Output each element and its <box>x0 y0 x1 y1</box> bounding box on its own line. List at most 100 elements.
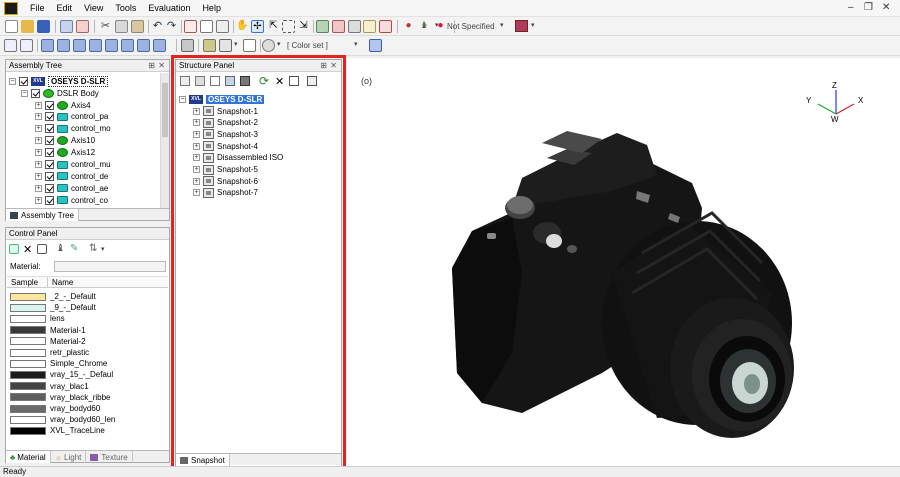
tree-item[interactable]: + control_mo <box>35 123 111 135</box>
material-row[interactable]: _9_-_Default <box>7 302 96 313</box>
tree-item[interactable]: + Axis4 <box>35 99 91 111</box>
snapshot-item[interactable]: + Snapshot-5 <box>193 164 258 176</box>
snapshot-item[interactable]: + Snapshot-3 <box>193 128 258 140</box>
close-panel-icon[interactable]: ✕ <box>330 60 337 72</box>
section-icon[interactable] <box>332 20 345 33</box>
material-row[interactable]: vray_15_-_Defaul <box>7 369 113 380</box>
close-icon[interactable]: ✕ <box>882 2 890 13</box>
color-set-select[interactable]: [ Color set ] <box>287 39 328 52</box>
open-icon[interactable] <box>21 20 34 33</box>
markup-icon[interactable] <box>379 20 392 33</box>
view-tool-1-icon[interactable] <box>184 20 197 33</box>
material-select[interactable]: Not Specified <box>447 20 495 33</box>
fit-all-icon[interactable] <box>20 39 33 52</box>
expand-icon[interactable]: + <box>35 196 42 204</box>
material-row[interactable]: Material-1 <box>7 325 86 336</box>
new-icon[interactable] <box>5 20 18 33</box>
expand-icon[interactable]: + <box>193 154 200 162</box>
fit-icon[interactable]: ⇲ <box>297 20 310 33</box>
tab-light[interactable]: ☼ Light <box>51 451 87 463</box>
display-mode-2-icon[interactable] <box>219 39 232 52</box>
display-mode-1-icon[interactable] <box>203 39 216 52</box>
menu-file[interactable]: File <box>24 3 51 13</box>
color-set-arrow-icon[interactable]: ▾ <box>277 40 281 48</box>
material-row[interactable]: vray_blac1 <box>7 381 89 392</box>
expand-icon[interactable]: + <box>35 101 42 109</box>
menu-edit[interactable]: Edit <box>51 3 79 13</box>
view-back-icon[interactable] <box>57 39 70 52</box>
tree-scroll-thumb[interactable] <box>162 83 168 137</box>
measure-icon[interactable] <box>316 20 329 33</box>
pin-red-icon[interactable]: ● <box>402 20 415 33</box>
tree-item[interactable]: + Axis10 <box>35 135 95 147</box>
col-sample[interactable]: Sample <box>11 278 38 287</box>
paste-icon[interactable] <box>131 20 144 33</box>
collapse-icon[interactable]: − <box>21 89 28 97</box>
view-front-icon[interactable] <box>41 39 54 52</box>
delete-icon[interactable]: ✕ <box>23 243 32 256</box>
zoom-box-icon[interactable] <box>282 20 295 33</box>
view-top-icon[interactable] <box>105 39 118 52</box>
menu-help[interactable]: Help <box>196 3 227 13</box>
comment-icon[interactable] <box>369 39 382 52</box>
tab-material[interactable]: ♣ Material <box>6 451 51 463</box>
snapshot-item[interactable]: + Snapshot-6 <box>193 175 258 187</box>
color-set-icon[interactable] <box>262 39 275 52</box>
collapse-icon[interactable]: − <box>179 95 186 103</box>
display-mode-arrow-icon[interactable]: ▾ <box>234 40 238 48</box>
edit-material-icon[interactable] <box>37 244 47 254</box>
restore-icon[interactable]: ❐ <box>864 2 873 13</box>
expand-icon[interactable]: + <box>193 142 200 150</box>
apply-material-icon[interactable]: ♝ <box>56 243 65 254</box>
tab-assembly-tree[interactable]: Assembly Tree <box>6 209 79 221</box>
expand-icon[interactable]: + <box>193 177 200 185</box>
material-row[interactable]: retr_plastic <box>7 347 89 358</box>
expand-icon[interactable]: + <box>35 149 42 157</box>
expand-icon[interactable]: + <box>35 161 42 168</box>
view-tool-2-icon[interactable] <box>200 20 213 33</box>
expand-icon[interactable]: + <box>35 125 42 133</box>
expand-icon[interactable]: + <box>193 189 200 197</box>
tree-scrollbar[interactable] <box>160 73 169 208</box>
delete-snapshot-icon[interactable]: ✕ <box>275 75 284 88</box>
material-row[interactable]: Material-2 <box>7 336 86 347</box>
grid-icon[interactable] <box>348 20 361 33</box>
pick-material-icon[interactable]: ✎ <box>70 243 78 254</box>
menu-evaluation[interactable]: Evaluation <box>142 3 196 13</box>
visibility-checkbox[interactable] <box>45 183 54 193</box>
material-select-arrow-icon[interactable]: ▾ <box>500 21 504 29</box>
expand-icon[interactable]: + <box>193 130 200 138</box>
expand-icon[interactable]: + <box>35 184 42 192</box>
visibility-checkbox[interactable] <box>31 88 40 98</box>
camera-icon[interactable] <box>363 20 376 33</box>
redo-icon[interactable]: ↷ <box>165 20 178 33</box>
col-name[interactable]: Name <box>52 278 73 287</box>
visibility-checkbox[interactable] <box>45 136 54 146</box>
print-icon[interactable] <box>76 20 89 33</box>
view-right-icon[interactable] <box>89 39 102 52</box>
material-row[interactable]: lens <box>7 313 65 324</box>
visibility-checkbox[interactable] <box>45 171 54 181</box>
expand-icon[interactable]: + <box>35 172 42 180</box>
shading-icon[interactable] <box>181 39 194 52</box>
visibility-checkbox[interactable] <box>19 76 28 86</box>
save-icon[interactable] <box>37 20 50 33</box>
zoom-icon[interactable]: ⇱ <box>267 20 280 33</box>
snapshot-item[interactable]: + Snapshot-7 <box>193 187 258 199</box>
sort-icon[interactable]: ⇅ <box>89 243 97 254</box>
pan-hand-icon[interactable]: ✋ <box>236 20 249 33</box>
refresh-icon[interactable]: ⟳ <box>259 74 269 88</box>
color-tool-arrow-icon[interactable]: ▾ <box>531 21 535 29</box>
snapshot-properties-icon[interactable] <box>307 76 317 86</box>
snapshot-open-icon[interactable] <box>195 76 205 86</box>
snapshot-tree-icon[interactable] <box>240 76 250 86</box>
close-panel-icon[interactable]: ✕ <box>158 60 165 72</box>
menu-tools[interactable]: Tools <box>109 3 142 13</box>
visibility-checkbox[interactable] <box>45 195 54 205</box>
view-left-icon[interactable] <box>73 39 86 52</box>
copy-icon[interactable] <box>115 20 128 33</box>
structure-root-row[interactable]: − XVL OSEYS D-SLR <box>179 93 265 105</box>
material-row[interactable]: vray_bodyd60_len <box>7 414 115 425</box>
tree-item[interactable]: + Axis12 <box>35 147 95 159</box>
paint-bucket-icon[interactable]: ♝ <box>420 20 434 33</box>
